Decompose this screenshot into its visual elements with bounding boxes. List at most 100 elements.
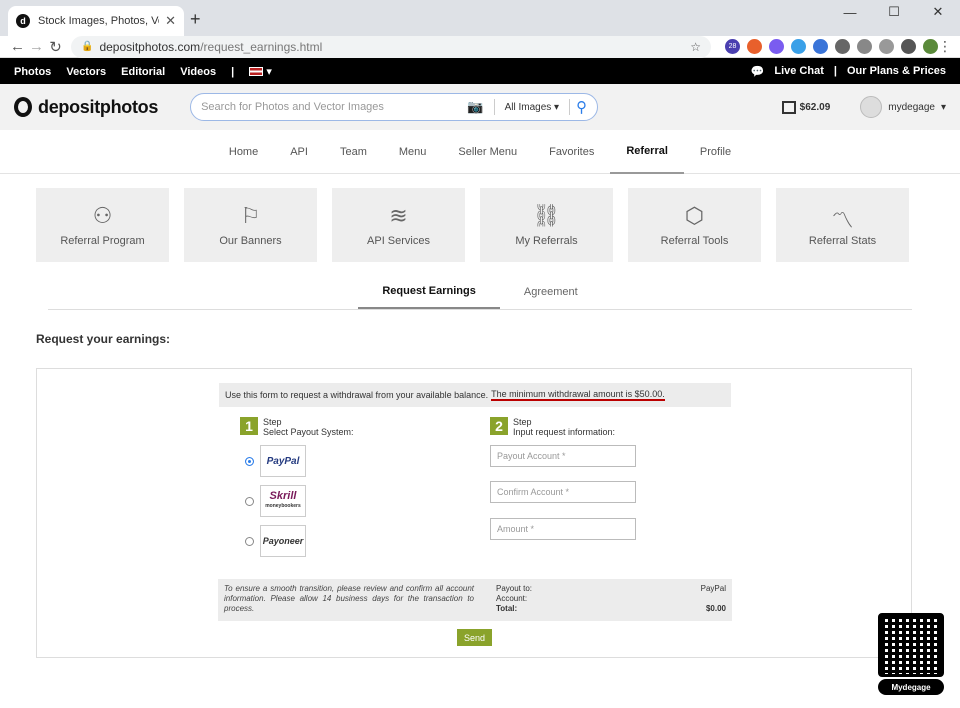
- top-link-photos[interactable]: Photos: [14, 66, 51, 78]
- extension-icon[interactable]: [747, 39, 762, 54]
- us-flag-icon[interactable]: [249, 67, 264, 77]
- chevron-down-icon[interactable]: ▾: [266, 66, 272, 78]
- balance[interactable]: $62.09: [781, 100, 831, 114]
- user-menu[interactable]: mydegage ▾: [860, 96, 946, 118]
- search-filter-select[interactable]: All Images ▾: [505, 102, 560, 113]
- tab-agreement[interactable]: Agreement: [500, 274, 602, 309]
- extension-icon[interactable]: [813, 39, 828, 54]
- url-path: /request_earnings.html: [200, 39, 323, 54]
- extension-icon[interactable]: [835, 39, 850, 54]
- people-icon: ⚇: [92, 203, 113, 228]
- close-tab-icon[interactable]: ✕: [165, 13, 176, 29]
- nav-home[interactable]: Home: [213, 130, 274, 174]
- browser-tabstrip: d Stock Images, Photos, Vectors, Illu...…: [0, 0, 960, 36]
- payoneer-logo: Payoneer: [260, 525, 306, 557]
- payout-to-value: PayPal: [700, 584, 726, 593]
- payout-account-input[interactable]: Payout Account *: [490, 445, 636, 467]
- site-logo[interactable]: depositphotos: [14, 97, 158, 118]
- extension-icon[interactable]: [769, 39, 784, 54]
- nav-seller-menu[interactable]: Seller Menu: [442, 130, 533, 174]
- card-my-referrals[interactable]: ⛓ My Referrals: [480, 188, 613, 262]
- total-value: $0.00: [705, 604, 726, 613]
- top-link-editorial[interactable]: Editorial: [121, 66, 165, 78]
- card-referral-stats[interactable]: 〽 Referral Stats: [776, 188, 909, 262]
- payout-option-payoneer[interactable]: Payoneer: [245, 525, 306, 557]
- camera-icon[interactable]: 📷: [467, 99, 483, 115]
- browser-tab[interactable]: d Stock Images, Photos, Vectors, Illu...…: [8, 6, 184, 36]
- search-input[interactable]: Search for Photos and Vector Images: [201, 101, 457, 113]
- top-link-vectors[interactable]: Vectors: [66, 66, 106, 78]
- confirm-account-input[interactable]: Confirm Account *: [490, 481, 636, 503]
- skrill-radio[interactable]: [245, 496, 254, 506]
- nav-favorites[interactable]: Favorites: [533, 130, 610, 174]
- url-bar[interactable]: 🔒 depositphotos.com/request_earnings.htm…: [71, 35, 711, 58]
- card-label: API Services: [367, 235, 430, 247]
- close-window-icon[interactable]: ✕: [916, 0, 960, 24]
- card-referral-program[interactable]: ⚇ Referral Program: [36, 188, 169, 262]
- avatar: [860, 96, 883, 118]
- top-link-videos[interactable]: Videos: [180, 66, 216, 78]
- card-label: Our Banners: [219, 235, 282, 247]
- back-icon[interactable]: ←: [8, 38, 27, 55]
- site-header: depositphotos Search for Photos and Vect…: [0, 84, 960, 130]
- nav-menu[interactable]: Menu: [383, 130, 443, 174]
- divider: |: [231, 65, 235, 78]
- extension-icon[interactable]: [879, 39, 894, 54]
- search-filter-label: All Images: [504, 101, 552, 113]
- extension-icon[interactable]: [857, 39, 872, 54]
- bookmark-star-icon[interactable]: ☆: [690, 40, 701, 54]
- step-subtitle: Select Payout System:: [263, 427, 354, 437]
- card-referral-tools[interactable]: ⬡ Referral Tools: [628, 188, 761, 262]
- logo-text: depositphotos: [38, 96, 159, 117]
- nav-team[interactable]: Team: [324, 130, 383, 174]
- profile-avatar-icon[interactable]: [923, 39, 938, 54]
- summary-row-payout-to: Payout to: PayPal: [496, 584, 726, 594]
- skrill-sub-text: moneybookers: [265, 503, 301, 509]
- step-1: 1 Step Select Payout System:: [240, 417, 354, 437]
- chat-icon[interactable]: 💬: [751, 65, 765, 78]
- live-chat-link[interactable]: Live Chat: [774, 65, 824, 77]
- notice-text: Use this form to request a withdrawal fr…: [225, 390, 489, 400]
- plans-link[interactable]: Our Plans & Prices: [847, 65, 946, 77]
- tab-request-earnings[interactable]: Request Earnings: [358, 274, 500, 309]
- maximize-icon[interactable]: ☐: [872, 0, 916, 24]
- puzzle-extensions-icon[interactable]: [901, 39, 916, 54]
- search-bar: Search for Photos and Vector Images 📷 Al…: [190, 93, 599, 121]
- nav-api[interactable]: API: [274, 130, 324, 174]
- minimize-icon[interactable]: —: [828, 0, 872, 24]
- card-label: My Referrals: [515, 235, 578, 247]
- link-icon: ⛓: [532, 203, 561, 228]
- payout-option-skrill[interactable]: Skrill moneybookers: [245, 485, 306, 517]
- paypal-logo: PayPal: [260, 445, 306, 477]
- top-links: Photos Vectors Editorial Videos | ▾: [14, 65, 272, 78]
- nav-profile[interactable]: Profile: [684, 130, 747, 174]
- card-label: Referral Stats: [808, 235, 877, 247]
- reload-icon[interactable]: ↻: [46, 38, 65, 56]
- skrill-logo: Skrill moneybookers: [260, 485, 306, 517]
- extension-icon[interactable]: [791, 39, 806, 54]
- browser-menu-icon[interactable]: ⋮: [938, 38, 952, 55]
- balance-amount: $62.09: [799, 101, 831, 113]
- summary-panel: To ensure a smooth transition, please re…: [218, 579, 732, 621]
- depositphotos-favicon-icon: d: [16, 14, 30, 28]
- card-our-banners[interactable]: ⚐ Our Banners: [184, 188, 317, 262]
- card-label: Referral Program: [60, 235, 145, 247]
- extension-icon[interactable]: 28: [725, 39, 740, 54]
- amount-input[interactable]: Amount *: [490, 518, 636, 540]
- search-icon[interactable]: ⚲: [576, 98, 587, 116]
- flag-icon: ⚐: [240, 203, 261, 228]
- card-api-services[interactable]: ≋ API Services: [332, 188, 465, 262]
- account-label: Account:: [496, 594, 528, 603]
- payout-option-paypal[interactable]: PayPal: [245, 445, 306, 477]
- forward-icon[interactable]: →: [27, 38, 46, 55]
- referral-cards: ⚇ Referral Program ⚐ Our Banners ≋ API Serv…: [0, 174, 960, 262]
- nav-referral[interactable]: Referral: [610, 130, 684, 174]
- payoneer-radio[interactable]: [245, 536, 254, 546]
- divider: [569, 99, 571, 115]
- send-button[interactable]: Send: [457, 629, 492, 646]
- lock-icon: 🔒: [81, 41, 94, 52]
- paypal-radio[interactable]: [245, 456, 254, 466]
- hexagon-tools-icon: ⬡: [684, 203, 705, 228]
- new-tab-icon[interactable]: +: [190, 9, 201, 30]
- summary-note: To ensure a smooth transition, please re…: [224, 584, 474, 613]
